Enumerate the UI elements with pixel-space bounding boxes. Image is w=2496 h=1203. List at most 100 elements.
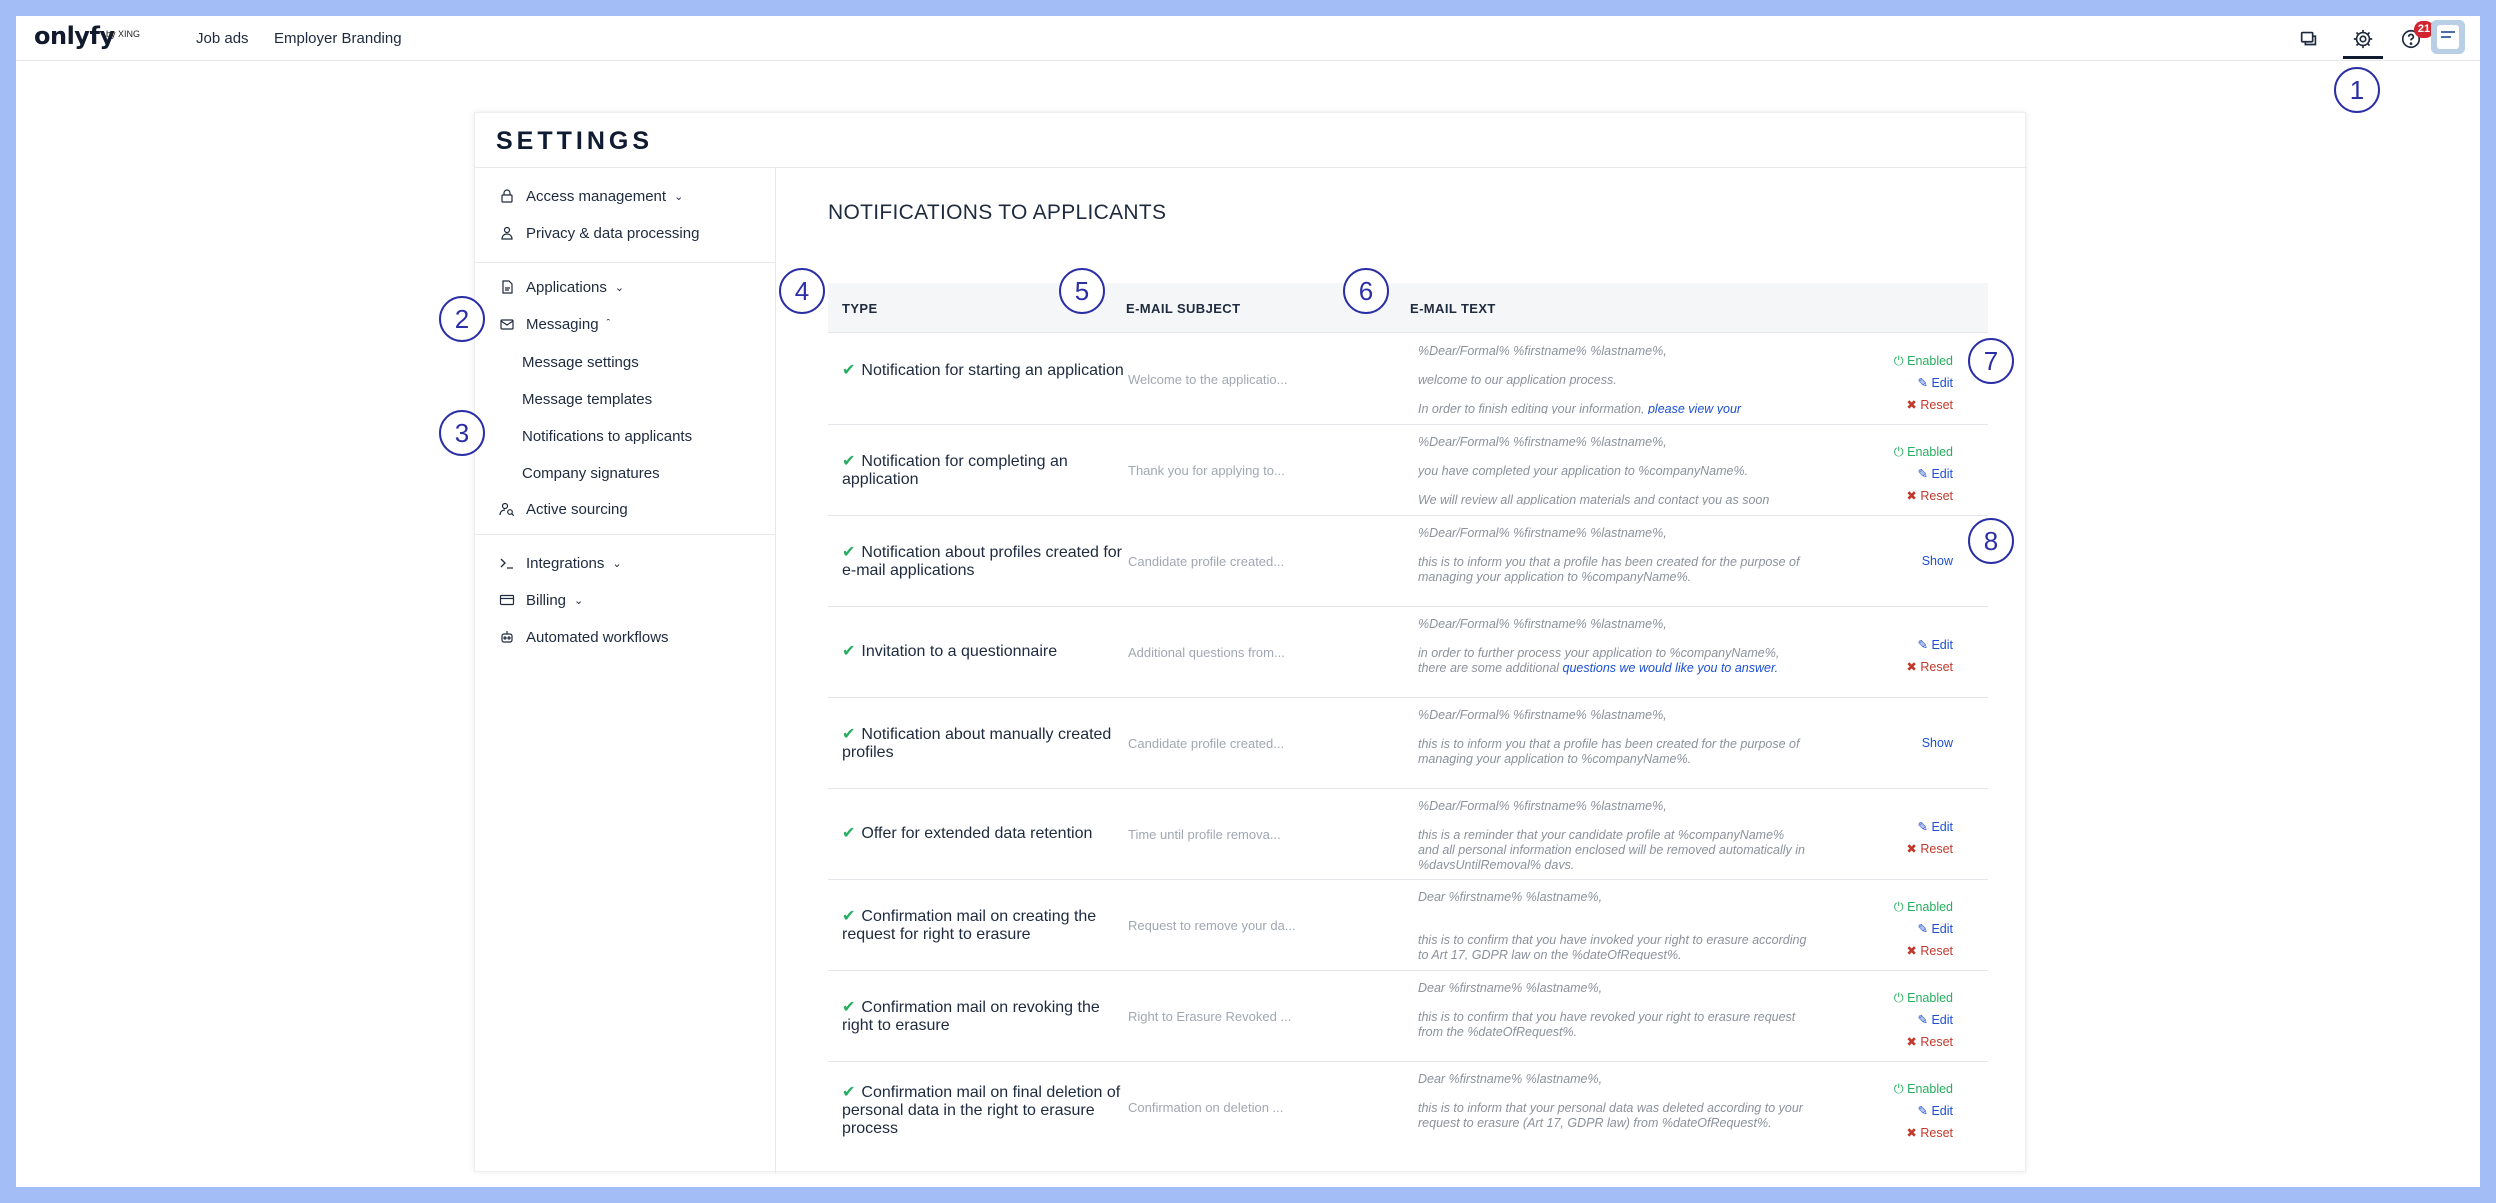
- chevron-up-icon: ˆ: [606, 318, 611, 330]
- sidebar-item-applications[interactable]: Applications ⌄: [498, 274, 624, 300]
- sidebar-item-automated-workflows[interactable]: Automated workflows: [498, 624, 669, 650]
- sidebar-item-privacy[interactable]: Privacy & data processing: [498, 220, 699, 246]
- robot-icon: [498, 628, 516, 646]
- edit-button[interactable]: ✎ Edit: [1853, 634, 1954, 656]
- edit-button[interactable]: ✎ Edit: [1853, 372, 1954, 394]
- nav-job-ads[interactable]: Job ads: [196, 30, 249, 47]
- callout-marker-1: 1: [2334, 67, 2380, 113]
- table-row: ✔ Notification for starting an applicatio…: [828, 334, 1988, 425]
- email-text: %Dear/Formal% %firstname% %lastname%, we…: [1418, 344, 1742, 414]
- table-row: ✔ Confirmation mail on final deletion of …: [828, 1062, 1988, 1153]
- chevron-down-icon: ⌄: [674, 190, 684, 203]
- sidebar-item-label: Integrations: [526, 554, 605, 572]
- reset-button[interactable]: ✖ Reset: [1853, 1122, 1953, 1144]
- check-icon: ✔: [842, 1084, 856, 1101]
- edit-button[interactable]: ✎ Edit: [1853, 816, 1954, 838]
- email-text-link[interactable]: questions we would like you to answer.: [1563, 661, 1779, 675]
- check-icon: ✔: [842, 999, 856, 1016]
- avatar[interactable]: [2431, 20, 2465, 54]
- email-subject: Time until profile remova...: [1128, 827, 1281, 842]
- reset-button[interactable]: ✖ Reset: [1853, 940, 1953, 962]
- notification-type: ✔ Confirmation mail on final deletion of …: [842, 1084, 1121, 1137]
- column-header-subject: E-MAIL SUBJECT: [1126, 301, 1241, 316]
- email-text-link[interactable]: please view your: [1648, 402, 1741, 414]
- reset-button[interactable]: ✖ Reset: [1853, 394, 1953, 416]
- check-icon: ✔: [842, 362, 856, 379]
- reset-button[interactable]: ✖ Reset: [1853, 1031, 1953, 1053]
- reset-button[interactable]: ✖ Reset: [1853, 656, 1953, 678]
- enabled-toggle[interactable]: ⏻ Enabled: [1853, 1078, 1953, 1100]
- callout-marker-5: 5: [1059, 268, 1105, 314]
- check-icon: ✔: [842, 643, 856, 660]
- email-text: %Dear/Formal% %firstname% %lastname%, in…: [1418, 617, 1780, 675]
- sidebar-item-messaging[interactable]: Messaging ˆ: [498, 311, 610, 337]
- sidebar-item-label: Applications: [526, 278, 607, 296]
- sidebar-item-active-sourcing[interactable]: Active sourcing: [498, 496, 628, 522]
- sidebar-item-notifications-to-applicants[interactable]: Notifications to applicants: [522, 428, 692, 445]
- chevron-down-icon: ⌄: [614, 281, 625, 294]
- notification-type: ✔ Offer for extended data retention: [842, 825, 1093, 842]
- document-icon: [498, 278, 516, 296]
- envelope-icon: [498, 315, 516, 333]
- chat-icon[interactable]: [2294, 24, 2324, 54]
- table-row: ✔ Offer for extended data retention Time …: [828, 789, 1988, 880]
- sidebar-item-message-settings[interactable]: Message settings: [522, 354, 639, 371]
- email-text: %Dear/Formal% %firstname% %lastname%, th…: [1418, 526, 1800, 584]
- table-row: ✔ Notification about profiles created for…: [828, 516, 1988, 607]
- reset-button[interactable]: ✖ Reset: [1853, 485, 1953, 507]
- email-subject: Candidate profile created...: [1128, 554, 1285, 569]
- notification-type: ✔ Notification for completing an applicat…: [842, 453, 1068, 488]
- callout-marker-8: 8: [1968, 518, 2014, 564]
- section-title: NOTIFICATIONS TO APPLICANTS: [828, 201, 1167, 224]
- show-button[interactable]: Show: [1922, 554, 1953, 568]
- check-icon: ✔: [842, 908, 856, 925]
- check-icon: ✔: [842, 726, 856, 743]
- table-row: ✔ Confirmation mail on revoking the right…: [828, 971, 1988, 1062]
- gear-icon[interactable]: [2348, 24, 2378, 54]
- column-header-type: TYPE: [842, 301, 878, 316]
- sidebar-item-label: Messaging: [526, 315, 599, 333]
- enabled-toggle[interactable]: ⏻ Enabled: [1853, 987, 1953, 1009]
- notification-type: ✔ Invitation to a questionnaire: [842, 643, 1058, 660]
- row-actions: ⏻ Enabled ✎ Edit ✖ Reset: [1853, 1078, 1953, 1144]
- sidebar-item-integrations[interactable]: Integrations ⌄: [498, 550, 622, 576]
- sidebar-item-label: Automated workflows: [526, 628, 669, 646]
- email-subject: Request to remove your da...: [1128, 918, 1296, 933]
- sidebar-item-message-templates[interactable]: Message templates: [522, 391, 652, 408]
- email-subject: Right to Erasure Revoked ...: [1128, 1009, 1292, 1024]
- email-text: Dear %firstname% %lastname%, this is to …: [1418, 1072, 1803, 1130]
- table-header: TYPE E-MAIL SUBJECT E-MAIL TEXT: [828, 283, 1988, 333]
- user-search-icon: [498, 500, 516, 518]
- column-header-text: E-MAIL TEXT: [1410, 301, 1496, 316]
- notification-type: ✔ Notification for starting an applicatio…: [842, 362, 1124, 379]
- edit-button[interactable]: ✎ Edit: [1853, 1100, 1954, 1122]
- enabled-toggle[interactable]: ⏻ Enabled: [1853, 441, 1953, 463]
- check-icon: ✔: [842, 825, 856, 842]
- sidebar-item-company-signatures[interactable]: Company signatures: [522, 465, 660, 482]
- email-subject: Additional questions from...: [1128, 645, 1285, 660]
- edit-button[interactable]: ✎ Edit: [1853, 1009, 1954, 1031]
- enabled-toggle[interactable]: ⏻ Enabled: [1853, 896, 1953, 918]
- enabled-toggle[interactable]: ⏻ Enabled: [1853, 350, 1953, 372]
- row-actions: ⏻ Enabled ✎ Edit ✖ Reset: [1853, 350, 1953, 416]
- user-shield-icon: [498, 224, 516, 242]
- check-icon: ✔: [842, 544, 856, 561]
- logo[interactable]: onlyfy: [34, 22, 115, 50]
- email-subject: Thank you for applying to...: [1128, 463, 1285, 478]
- table-row: ✔ Notification about manually created pro…: [828, 698, 1988, 789]
- table-row: ✔ Confirmation mail on creating the reque…: [828, 880, 1988, 971]
- active-tab-indicator: [2343, 56, 2383, 59]
- lock-icon: [498, 187, 516, 205]
- sidebar-item-access-management[interactable]: Access management ⌄: [498, 183, 683, 209]
- edit-button[interactable]: ✎ Edit: [1853, 463, 1954, 485]
- email-text: %Dear/Formal% %firstname% %lastname%, th…: [1418, 708, 1800, 766]
- sidebar-item-label: Privacy & data processing: [526, 224, 700, 242]
- reset-button[interactable]: ✖ Reset: [1853, 838, 1953, 860]
- credit-card-icon: [498, 591, 516, 609]
- edit-button[interactable]: ✎ Edit: [1853, 918, 1954, 940]
- sidebar-item-billing[interactable]: Billing ⌄: [498, 587, 583, 613]
- sidebar-item-label: Billing: [526, 591, 567, 609]
- nav-employer-branding[interactable]: Employer Branding: [274, 30, 402, 47]
- show-button[interactable]: Show: [1922, 736, 1953, 750]
- terminal-icon: [498, 554, 516, 572]
